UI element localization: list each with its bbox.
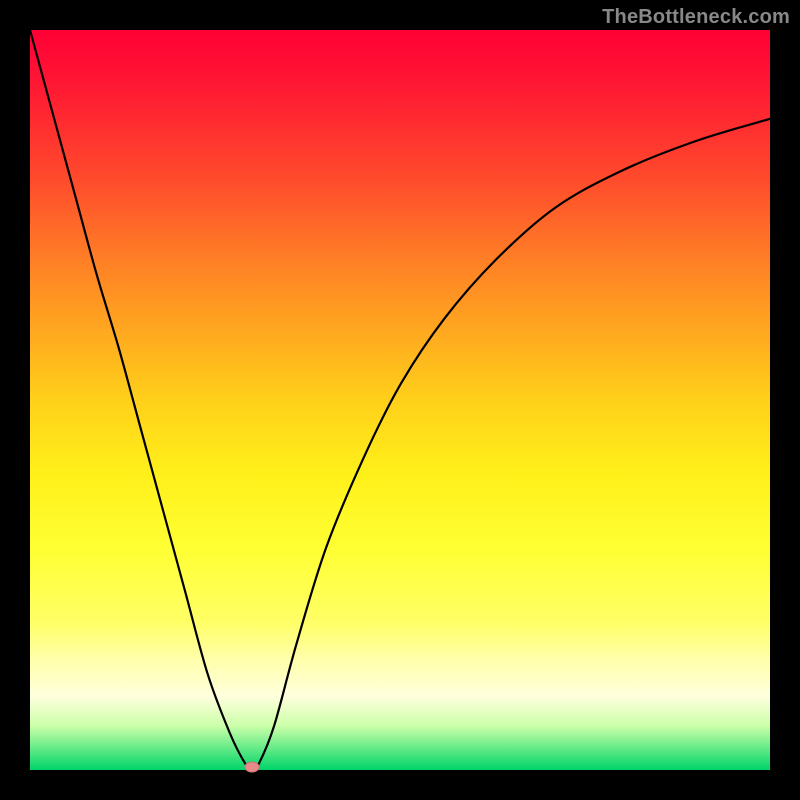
chart-wrapper: TheBottleneck.com <box>0 0 800 800</box>
bottleneck-curve-line <box>30 30 770 770</box>
watermark-text: TheBottleneck.com <box>602 6 790 29</box>
plot-svg <box>30 30 770 770</box>
minimum-point-marker <box>245 762 259 772</box>
